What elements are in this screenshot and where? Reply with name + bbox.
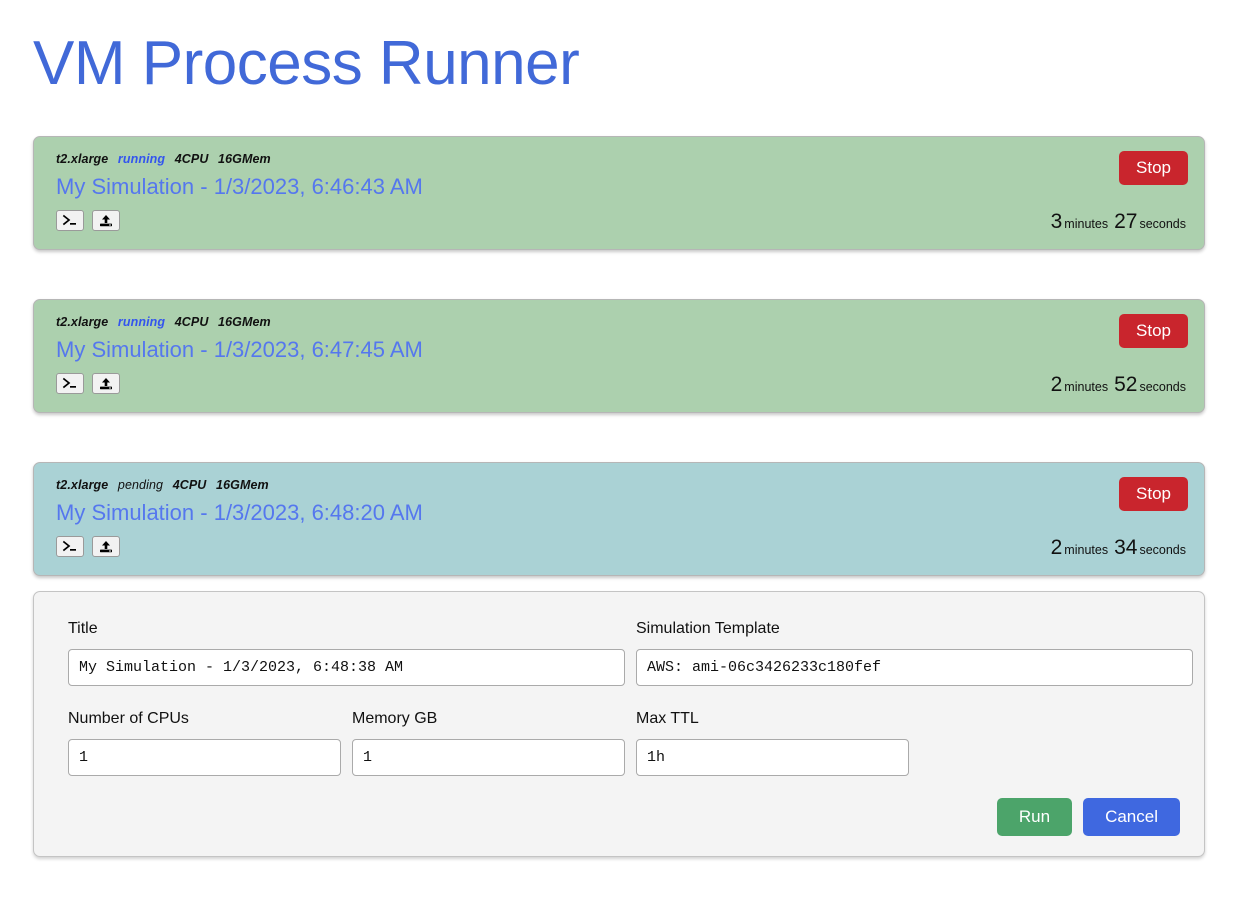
cancel-button[interactable]: Cancel xyxy=(1083,798,1180,836)
vm-card[interactable]: t2.xlarge pending 4CPU 16GMem My Simulat… xyxy=(33,462,1205,576)
terminal-icon xyxy=(62,377,78,390)
elapsed-seconds: 52 xyxy=(1114,373,1138,396)
run-button[interactable]: Run xyxy=(996,798,1073,836)
vm-memory: 16GMem xyxy=(218,315,271,329)
vm-status: running xyxy=(117,152,166,166)
vm-instance-type: t2.xlarge xyxy=(56,478,109,492)
vm-status: pending xyxy=(117,478,164,492)
stop-button[interactable]: Stop xyxy=(1119,477,1188,511)
vm-status: running xyxy=(117,315,166,329)
vm-name-link[interactable]: My Simulation - 1/3/2023, 6:47:45 AM xyxy=(56,335,423,365)
cpus-label: Number of CPUs xyxy=(68,710,189,727)
elapsed-minutes: 2 xyxy=(1050,536,1063,559)
vm-instance-type: t2.xlarge xyxy=(56,152,109,166)
terminal-icon xyxy=(62,540,78,553)
form-row-primary: Title Simulation Template xyxy=(68,618,1193,686)
memory-input[interactable] xyxy=(352,739,625,776)
field-memory: Memory GB xyxy=(352,708,625,776)
terminal-button[interactable] xyxy=(56,210,84,231)
vm-card[interactable]: t2.xlarge running 4CPU 16GMem My Simulat… xyxy=(33,136,1205,250)
upload-icon xyxy=(98,377,114,391)
stop-button[interactable]: Stop xyxy=(1119,151,1188,185)
vm-instance-type: t2.xlarge xyxy=(56,315,109,329)
elapsed-seconds-unit: seconds xyxy=(1139,380,1186,394)
vm-memory: 16GMem xyxy=(218,152,271,166)
elapsed-minutes-unit: minutes xyxy=(1064,217,1109,231)
template-label: Simulation Template xyxy=(636,620,780,637)
title-input[interactable] xyxy=(68,649,625,686)
elapsed-minutes-unit: minutes xyxy=(1064,380,1109,394)
vm-card[interactable]: t2.xlarge running 4CPU 16GMem My Simulat… xyxy=(33,299,1205,413)
field-title: Title xyxy=(68,618,625,686)
upload-button[interactable] xyxy=(92,210,120,231)
vm-cpu: 4CPU xyxy=(172,478,207,492)
vm-meta: t2.xlarge pending 4CPU 16GMem xyxy=(56,477,1188,493)
elapsed-seconds-unit: seconds xyxy=(1139,543,1186,557)
elapsed-seconds: 34 xyxy=(1114,536,1138,559)
vm-cpu: 4CPU xyxy=(174,315,209,329)
elapsed-minutes: 3 xyxy=(1050,210,1063,233)
title-label: Title xyxy=(68,620,98,637)
upload-icon xyxy=(98,540,114,554)
form-actions: Run Cancel xyxy=(68,798,1180,836)
form-row-resources: Number of CPUs Memory GB Max TTL xyxy=(68,708,1180,776)
template-input[interactable] xyxy=(636,649,1193,686)
vm-name-link[interactable]: My Simulation - 1/3/2023, 6:48:20 AM xyxy=(56,498,423,528)
terminal-icon xyxy=(62,214,78,227)
vm-elapsed-time: 2 minutes 34 seconds xyxy=(1051,537,1186,561)
vm-card-list: t2.xlarge running 4CPU 16GMem My Simulat… xyxy=(33,136,1205,625)
field-ttl: Max TTL xyxy=(636,708,909,776)
terminal-button[interactable] xyxy=(56,536,84,557)
field-cpus: Number of CPUs xyxy=(68,708,341,776)
new-simulation-form: Title Simulation Template Number of CPUs… xyxy=(33,591,1205,857)
vm-name-link[interactable]: My Simulation - 1/3/2023, 6:46:43 AM xyxy=(56,172,423,202)
vm-action-icons xyxy=(56,536,1188,557)
vm-memory: 16GMem xyxy=(216,478,269,492)
cpus-input[interactable] xyxy=(68,739,341,776)
elapsed-seconds-unit: seconds xyxy=(1139,217,1186,231)
elapsed-seconds: 27 xyxy=(1114,210,1138,233)
terminal-button[interactable] xyxy=(56,373,84,394)
upload-button[interactable] xyxy=(92,536,120,557)
memory-label: Memory GB xyxy=(352,710,438,727)
vm-action-icons xyxy=(56,210,1188,231)
elapsed-minutes-unit: minutes xyxy=(1064,543,1109,557)
ttl-label: Max TTL xyxy=(636,710,699,727)
elapsed-minutes: 2 xyxy=(1050,373,1063,396)
app-root: VM Process Runner t2.xlarge running 4CPU… xyxy=(0,0,1238,902)
upload-icon xyxy=(98,214,114,228)
vm-action-icons xyxy=(56,373,1188,394)
vm-meta: t2.xlarge running 4CPU 16GMem xyxy=(56,151,1188,167)
upload-button[interactable] xyxy=(92,373,120,394)
stop-button[interactable]: Stop xyxy=(1119,314,1188,348)
vm-meta: t2.xlarge running 4CPU 16GMem xyxy=(56,314,1188,330)
vm-elapsed-time: 2 minutes 52 seconds xyxy=(1051,374,1186,398)
ttl-input[interactable] xyxy=(636,739,909,776)
field-template: Simulation Template xyxy=(636,618,1193,686)
page-title: VM Process Runner xyxy=(33,29,580,98)
vm-elapsed-time: 3 minutes 27 seconds xyxy=(1051,211,1186,235)
vm-cpu: 4CPU xyxy=(174,152,209,166)
